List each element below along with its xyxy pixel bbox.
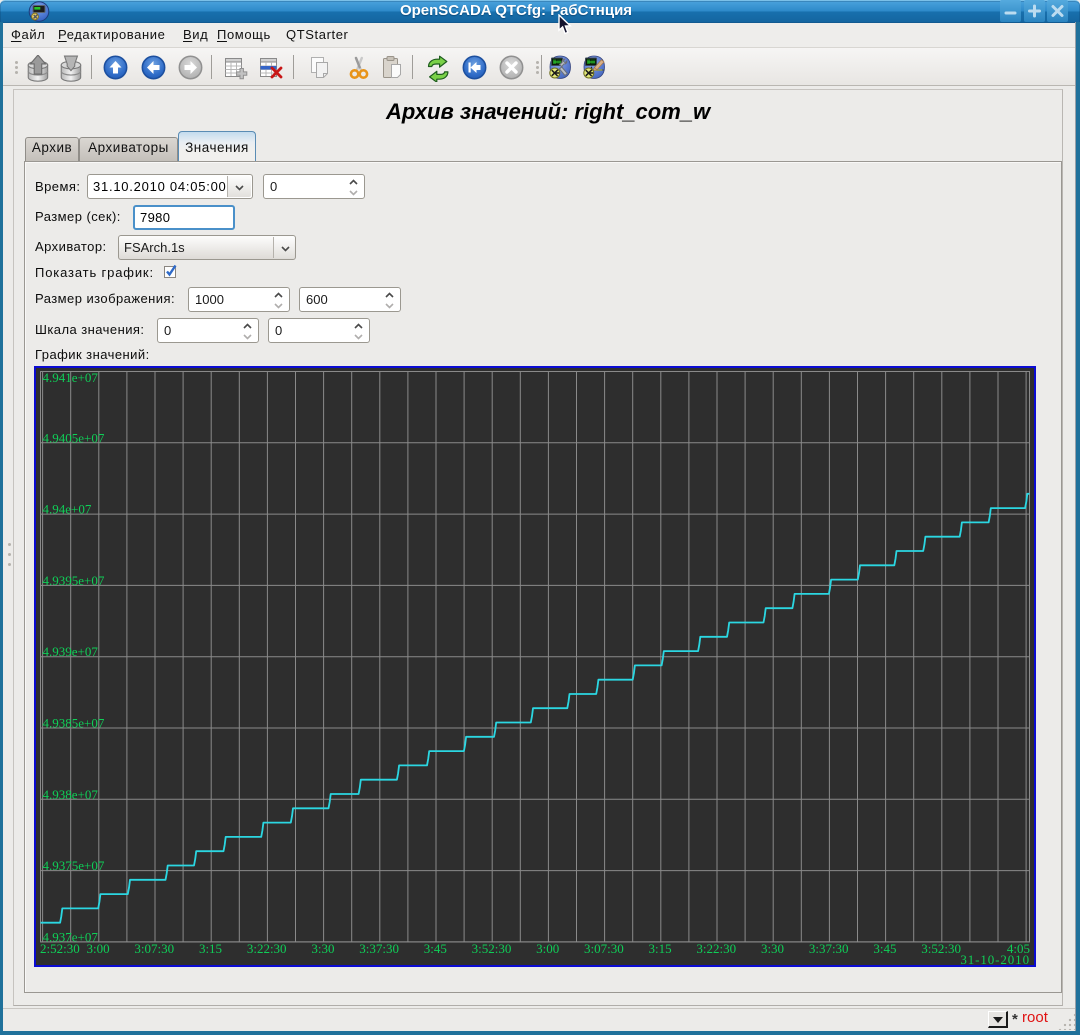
svg-text:3:37:30: 3:37:30: [809, 941, 849, 956]
svg-text:3:00: 3:00: [87, 941, 110, 956]
svg-text:3:00: 3:00: [536, 941, 559, 956]
svg-text:3:30: 3:30: [311, 941, 334, 956]
svg-text:3:52:30: 3:52:30: [921, 941, 961, 956]
svg-text:4.939e+07: 4.939e+07: [43, 644, 99, 659]
svg-text:3:30: 3:30: [761, 941, 784, 956]
svg-text:3:22:30: 3:22:30: [247, 941, 287, 956]
svg-text:4.94e+07: 4.94e+07: [43, 502, 92, 517]
svg-text:3:15: 3:15: [199, 941, 222, 956]
svg-text:4.9395e+07: 4.9395e+07: [43, 573, 105, 588]
svg-text:2:52:30: 2:52:30: [40, 941, 80, 956]
svg-text:3:45: 3:45: [424, 941, 447, 956]
svg-text:3:45: 3:45: [873, 941, 896, 956]
svg-text:3:07:30: 3:07:30: [584, 941, 624, 956]
svg-text:3:52:30: 3:52:30: [472, 941, 512, 956]
svg-text:4.9375e+07: 4.9375e+07: [43, 858, 105, 873]
svg-text:4.9405e+07: 4.9405e+07: [43, 430, 105, 445]
svg-text:31-10-2010: 31-10-2010: [960, 952, 1030, 965]
svg-text:4.941e+07: 4.941e+07: [43, 370, 99, 385]
svg-text:3:37:30: 3:37:30: [359, 941, 399, 956]
svg-text:3:22:30: 3:22:30: [696, 941, 736, 956]
svg-text:4.9385e+07: 4.9385e+07: [43, 716, 105, 731]
svg-text:3:07:30: 3:07:30: [134, 941, 174, 956]
svg-text:3:15: 3:15: [649, 941, 672, 956]
svg-text:4.938e+07: 4.938e+07: [43, 787, 99, 802]
